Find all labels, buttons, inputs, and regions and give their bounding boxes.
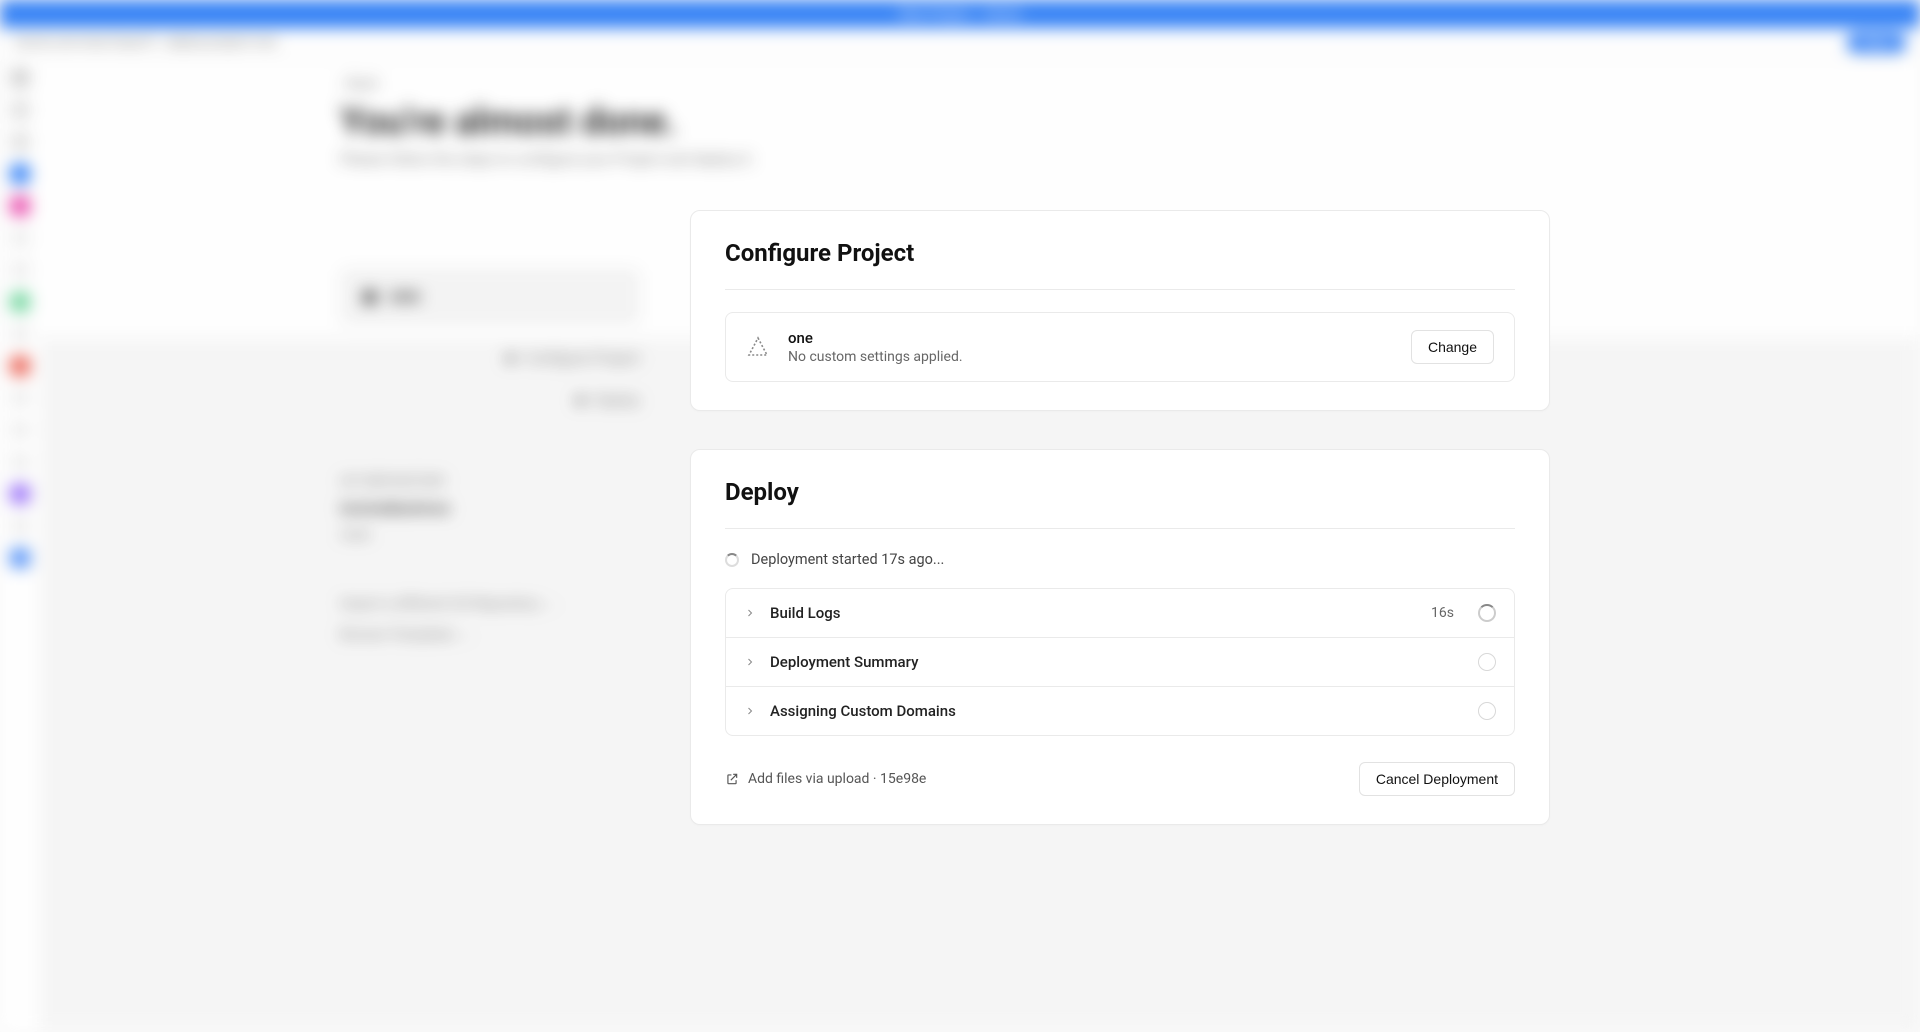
project-settings-text: No custom settings applied. [788,349,1393,365]
acc-label: Deployment Summary [770,653,1464,671]
browser-urlbar: vercel.com/new/import?...deploy-project=… [0,28,1920,58]
acc-row-custom-domains[interactable]: Assigning Custom Domains [726,686,1514,735]
repo-name: one [390,286,420,307]
left-dock [0,58,40,1032]
main-cards: Configure Project one No custom settings… [690,210,1550,825]
framework-icon [746,335,770,359]
status-pending-icon [1478,653,1496,671]
commit-text: Add files via upload · 15e98e [748,771,926,787]
back-link: ‹ Back [340,76,1620,92]
configure-title: Configure Project [725,239,1515,267]
acc-time: 16s [1431,605,1454,621]
deploy-accordion: Build Logs 16s Deployment Summary Assign… [725,588,1515,736]
url-text: vercel.com/new/import?...deploy-project=… [14,35,277,50]
external-link-icon [725,772,739,786]
window-titlebar: New Project – Vercel [0,0,1920,28]
spinner-icon [1478,604,1496,622]
deploy-status-row: Deployment started 17s ago... [725,551,1515,568]
window-title: New Project – Vercel [899,7,1020,22]
acc-row-deployment-summary[interactable]: Deployment Summary [726,637,1514,686]
spinner-icon [725,553,739,567]
project-name: one [788,329,1393,347]
share-pill: Share [1847,33,1906,53]
page-title: You're almost done. [340,100,1620,144]
deploy-title: Deploy [725,478,1515,506]
side-summary: ◉ one Configure Project Deploy GIT REPOS… [340,268,640,650]
page-subtitle: Please follow the steps to configure you… [340,150,1620,168]
change-button[interactable]: Change [1411,330,1494,364]
commit-link[interactable]: Add files via upload · 15e98e [725,771,926,787]
deploy-card: Deploy Deployment started 17s ago... Bui… [690,449,1550,825]
divider [725,528,1515,529]
acc-label: Build Logs [770,604,1417,622]
acc-row-build-logs[interactable]: Build Logs 16s [726,589,1514,637]
status-pending-icon [1478,702,1496,720]
acc-label: Assigning Custom Domains [770,702,1464,720]
github-icon: ◉ [362,286,378,307]
chevron-right-icon [744,705,756,717]
config-row: one No custom settings applied. Change [725,312,1515,382]
configure-project-card: Configure Project one No custom settings… [690,210,1550,411]
deploy-status-text: Deployment started 17s ago... [751,551,944,568]
cancel-deployment-button[interactable]: Cancel Deployment [1359,762,1515,796]
divider [725,289,1515,290]
chevron-right-icon [744,656,756,668]
chevron-right-icon [744,607,756,619]
page-header: ‹ Back You're almost done. Please follow… [40,58,1920,168]
deploy-footer: Add files via upload · 15e98e Cancel Dep… [725,762,1515,796]
